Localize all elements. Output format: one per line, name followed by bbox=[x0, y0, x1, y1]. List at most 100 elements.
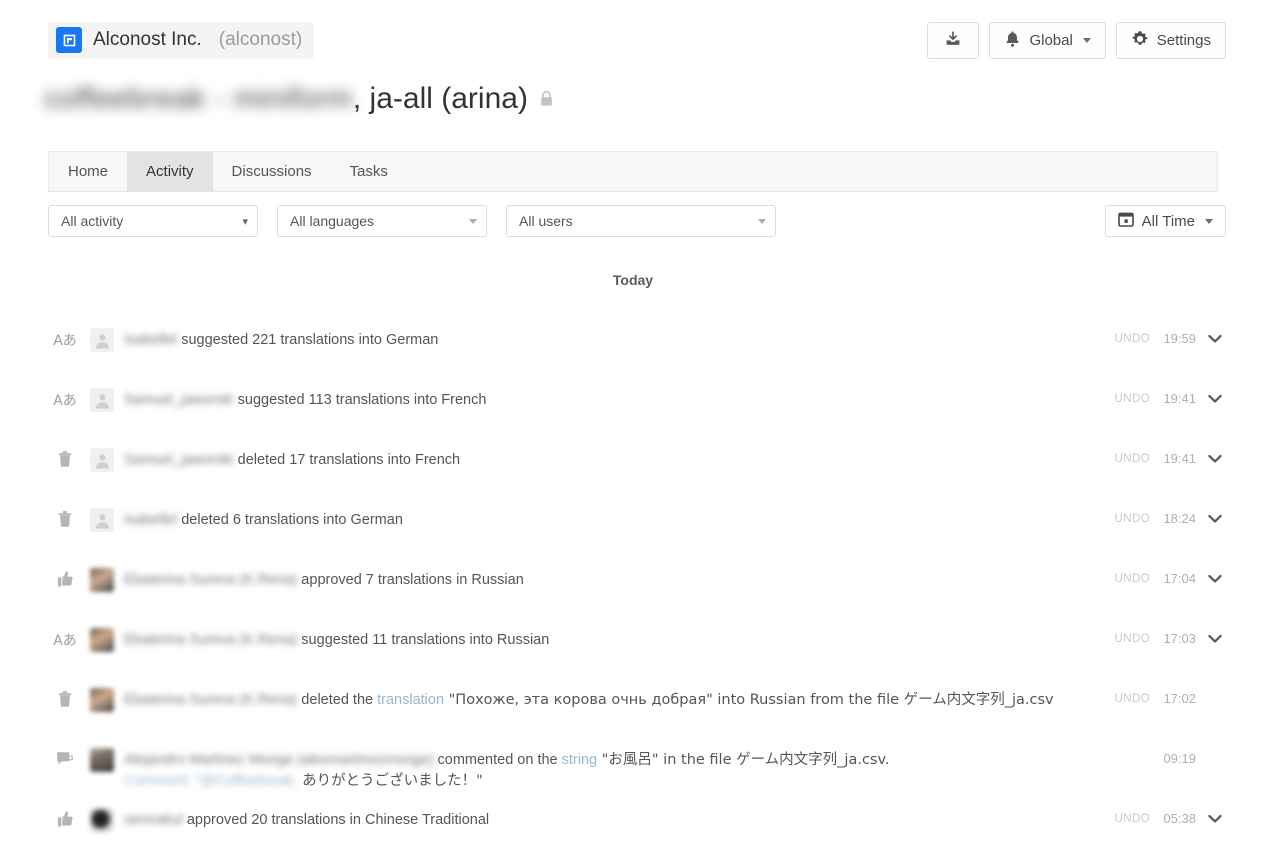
trash-icon bbox=[57, 510, 73, 533]
activity-username-redacted[interactable]: Ekaterina Sureva (K.Rena) bbox=[124, 690, 297, 710]
undo-button[interactable]: UNDO bbox=[1115, 693, 1150, 705]
undo-button[interactable]: UNDO bbox=[1115, 453, 1150, 465]
download-button[interactable] bbox=[927, 22, 980, 59]
day-separator: Today bbox=[612, 272, 654, 288]
activity-row[interactable]: Alejandro Martinez Monge (alexmartinezmo… bbox=[48, 732, 1226, 792]
user-select[interactable]: All users bbox=[506, 205, 776, 237]
undo-button[interactable]: UNDO bbox=[1115, 393, 1150, 405]
activity-type-icon-cell bbox=[48, 808, 82, 833]
undo-button[interactable]: UNDO bbox=[1115, 333, 1150, 345]
date-range-button[interactable]: All Time bbox=[1104, 205, 1226, 237]
activity-description: deleted 6 translations into German bbox=[177, 512, 403, 528]
tab-discussions[interactable]: Discussions bbox=[213, 152, 331, 191]
date-range-label: All Time bbox=[1141, 212, 1195, 230]
activity-description: approved 20 translations in Chinese Trad… bbox=[182, 812, 490, 828]
activity-row[interactable]: semrakul approved 20 translations in Chi… bbox=[48, 792, 1226, 852]
tab-tasks[interactable]: Tasks bbox=[331, 152, 407, 191]
avatar[interactable] bbox=[90, 388, 114, 412]
expand-chevron-down-icon[interactable] bbox=[1206, 634, 1224, 644]
activity-row[interactable]: Aあ Ekaterina Sureva (K.Rena) suggested 11… bbox=[48, 612, 1226, 672]
activity-page: Alconost Inc. (alconost) Global Settings… bbox=[0, 0, 1274, 866]
tab-home[interactable]: Home bbox=[49, 152, 127, 191]
activity-feed: Aあ Isabellel suggested 221 translations i… bbox=[48, 312, 1226, 852]
activity-timestamp: 09:19 bbox=[1163, 751, 1196, 766]
language-value: All languages bbox=[290, 213, 375, 229]
undo-button[interactable]: UNDO bbox=[1115, 573, 1150, 585]
activity-text: Ekaterina Sureva (K.Rena) approved 7 tra… bbox=[124, 568, 1086, 590]
activity-meta: 09:19 bbox=[1086, 748, 1226, 766]
activity-username-redacted[interactable]: Isabellel bbox=[124, 510, 177, 530]
activity-row[interactable]: Isabellel deleted 6 translations into Ge… bbox=[48, 492, 1226, 552]
avatar[interactable] bbox=[90, 688, 114, 712]
avatar[interactable] bbox=[90, 568, 114, 592]
activity-object-link[interactable]: translation bbox=[377, 692, 444, 708]
activity-type-icon-cell bbox=[48, 688, 82, 713]
undo-button[interactable]: UNDO bbox=[1115, 633, 1150, 645]
activity-username-redacted[interactable]: Samuel_jaworski bbox=[124, 390, 234, 410]
activity-text: Samuel_jaworski suggested 113 translatio… bbox=[124, 388, 1086, 410]
activity-username-redacted[interactable]: Ekaterina Sureva (K.Rena) bbox=[124, 630, 297, 650]
avatar[interactable] bbox=[90, 328, 114, 352]
avatar[interactable] bbox=[90, 808, 114, 832]
expand-chevron-down-icon[interactable] bbox=[1206, 514, 1224, 524]
expand-chevron-down-icon[interactable] bbox=[1206, 814, 1224, 824]
avatar-cell bbox=[82, 508, 124, 532]
notifications-button[interactable]: Global bbox=[989, 22, 1106, 59]
activity-line: Ekaterina Sureva (K.Rena) deleted the tr… bbox=[124, 690, 1086, 710]
settings-label: Settings bbox=[1156, 32, 1211, 49]
lock-icon bbox=[539, 90, 554, 108]
activity-description: suggested 113 translations into French bbox=[233, 392, 487, 408]
expand-chevron-down-icon[interactable] bbox=[1206, 394, 1224, 404]
activity-line: Samuel_jaworski suggested 113 translatio… bbox=[124, 390, 1086, 410]
activity-timestamp: 19:41 bbox=[1163, 451, 1196, 466]
activity-row[interactable]: Ekaterina Sureva (K.Rena) approved 7 tra… bbox=[48, 552, 1226, 612]
expand-chevron-down-icon[interactable] bbox=[1206, 454, 1224, 464]
activity-description-after: "Похоже, эта корова очнь добрая" into Ru… bbox=[444, 692, 1054, 708]
activity-object-link[interactable]: string bbox=[562, 752, 597, 768]
chevron-down-icon bbox=[758, 218, 766, 224]
trash-icon bbox=[57, 690, 73, 713]
undo-button[interactable]: UNDO bbox=[1115, 813, 1150, 825]
comment-icon bbox=[56, 750, 74, 772]
activity-timestamp: 05:38 bbox=[1163, 811, 1196, 826]
activity-type-icon-cell bbox=[48, 448, 82, 473]
activity-username-redacted[interactable]: Ekaterina Sureva (K.Rena) bbox=[124, 570, 297, 590]
chevron-down-icon bbox=[1082, 38, 1091, 43]
organization-chip[interactable]: Alconost Inc. (alconost) bbox=[48, 22, 315, 59]
activity-row[interactable]: Aあ Samuel_jaworski suggested 113 translat… bbox=[48, 372, 1226, 432]
activity-text: Samuel_jaworski deleted 17 translations … bbox=[124, 448, 1086, 470]
avatar[interactable] bbox=[90, 508, 114, 532]
language-select[interactable]: All languages bbox=[277, 205, 487, 237]
expand-chevron-down-icon[interactable] bbox=[1206, 334, 1224, 344]
chevron-down-icon bbox=[1205, 218, 1213, 224]
avatar[interactable] bbox=[90, 448, 114, 472]
settings-button[interactable]: Settings bbox=[1115, 22, 1226, 59]
avatar-cell bbox=[82, 628, 124, 652]
activity-row[interactable]: Aあ Isabellel suggested 221 translations i… bbox=[48, 312, 1226, 372]
activity-description: suggested 221 translations into German bbox=[177, 332, 439, 348]
activity-row[interactable]: Samuel_jaworski deleted 17 translations … bbox=[48, 432, 1226, 492]
activity-row[interactable]: Ekaterina Sureva (K.Rena) deleted the tr… bbox=[48, 672, 1226, 732]
activity-timestamp: 17:04 bbox=[1163, 571, 1196, 586]
activity-type-select[interactable]: All activity ▾ bbox=[48, 205, 258, 237]
activity-type-icon-cell: Aあ bbox=[48, 628, 82, 650]
avatar[interactable] bbox=[90, 748, 114, 772]
activity-username-redacted[interactable]: Isabellel bbox=[124, 330, 177, 350]
undo-button[interactable]: UNDO bbox=[1115, 513, 1150, 525]
activity-username-redacted[interactable]: Alejandro Martinez Monge (alexmartinezmo… bbox=[124, 750, 433, 770]
activity-description-after: "お風呂" in the file ゲーム内文字列_ja.csv. bbox=[597, 752, 890, 768]
activity-meta: UNDO 05:38 bbox=[1086, 808, 1226, 826]
activity-meta: UNDO 17:02 bbox=[1086, 688, 1226, 706]
avatar-cell bbox=[82, 388, 124, 412]
activity-meta: UNDO 18:24 bbox=[1086, 508, 1226, 526]
activity-type-icon-cell: Aあ bbox=[48, 388, 82, 410]
page-title-text: , ja-all (arina) bbox=[352, 82, 528, 115]
avatar[interactable] bbox=[90, 628, 114, 652]
trash-icon bbox=[57, 450, 73, 473]
expand-chevron-down-icon[interactable] bbox=[1206, 574, 1224, 584]
activity-description: deleted 17 translations into French bbox=[233, 452, 461, 468]
activity-username-redacted[interactable]: semrakul bbox=[124, 810, 183, 830]
activity-username-redacted[interactable]: Samuel_jaworski bbox=[124, 450, 234, 470]
tab-activity[interactable]: Activity bbox=[127, 152, 213, 191]
organization-logo-icon bbox=[56, 27, 82, 53]
